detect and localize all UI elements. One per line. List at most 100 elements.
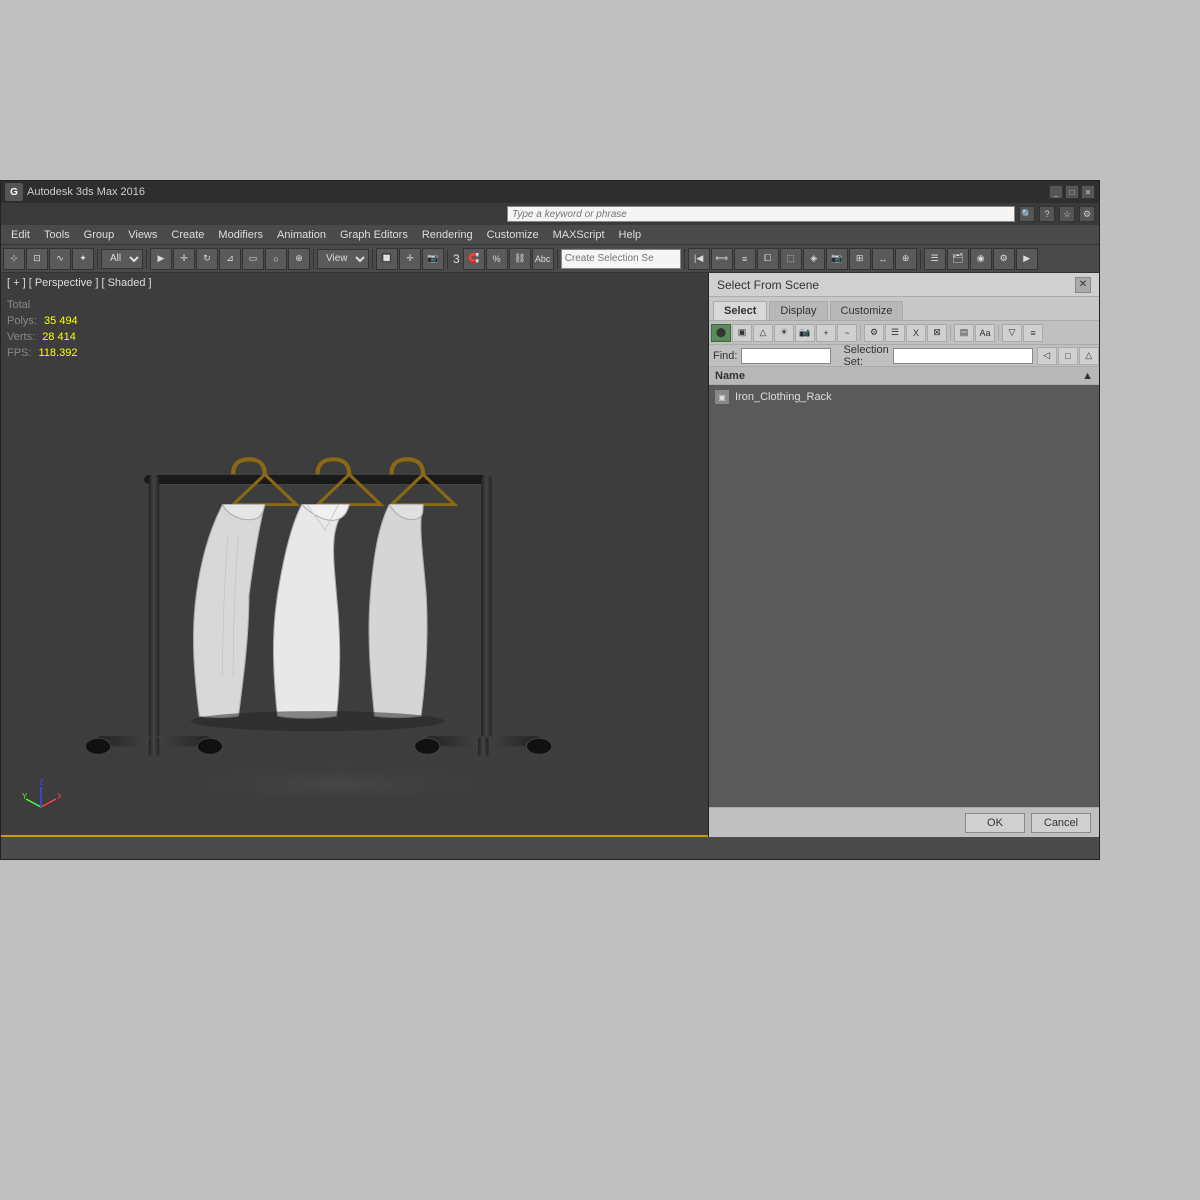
menu-edit[interactable]: Edit <box>5 227 36 243</box>
tab-customize[interactable]: Customize <box>830 301 904 320</box>
menu-modifiers[interactable]: Modifiers <box>212 227 269 243</box>
select-scale-btn[interactable]: ⊿ <box>219 248 241 270</box>
chain-btn[interactable]: ⛓ <box>509 248 531 270</box>
move-btn[interactable]: ✛ <box>399 248 421 270</box>
tb-sep-4 <box>372 249 373 269</box>
sel-set-btn-3[interactable]: △ <box>1079 347 1099 365</box>
render-setup-btn[interactable]: ⚙ <box>993 248 1015 270</box>
quick-align-btn[interactable]: ⧠ <box>757 248 779 270</box>
panel-footer: OK Cancel <box>709 807 1099 837</box>
filter-shape-btn[interactable]: △ <box>753 324 773 342</box>
magnet-btn[interactable]: 🧲 <box>463 248 485 270</box>
menu-animation[interactable]: Animation <box>271 227 332 243</box>
viewport[interactable]: [ + ] [ Perspective ] [ Shaded ] Total P… <box>1 273 709 837</box>
sel-set-btn-2[interactable]: □ <box>1058 347 1078 365</box>
minimize-button[interactable]: _ <box>1049 185 1063 199</box>
spacing-btn[interactable]: ↔ <box>872 248 894 270</box>
maximize-button[interactable]: □ <box>1065 185 1079 199</box>
menu-customize[interactable]: Customize <box>481 227 545 243</box>
ref-coord-btn[interactable]: ⊕ <box>288 248 310 270</box>
place-highlight-btn[interactable]: ◈ <box>803 248 825 270</box>
create-selection-input[interactable] <box>561 249 681 269</box>
title-bar: G Autodesk 3ds Max 2016 _ □ ✕ <box>1 181 1099 203</box>
title-controls: _ □ ✕ <box>1049 185 1095 199</box>
filter-dropdown[interactable]: All <box>101 249 143 269</box>
named-sel-btn[interactable]: |◀ <box>688 248 710 270</box>
select-obj-btn[interactable]: ▶ <box>150 248 172 270</box>
search-input[interactable] <box>507 206 1015 222</box>
layer-mgr-btn[interactable]: ☰ <box>924 248 946 270</box>
name-sort-indicator[interactable]: ▲ <box>1082 370 1093 382</box>
panel-close-button[interactable]: ✕ <box>1075 277 1091 293</box>
menu-views[interactable]: Views <box>122 227 163 243</box>
menu-create[interactable]: Create <box>165 227 210 243</box>
menu-rendering[interactable]: Rendering <box>416 227 479 243</box>
svg-text:Z: Z <box>39 778 44 787</box>
fps-label: FPS: <box>7 347 31 359</box>
menu-tools[interactable]: Tools <box>38 227 76 243</box>
panel-title-text: Select From Scene <box>717 278 819 292</box>
view-dropdown[interactable]: View <box>317 249 369 269</box>
mirror-btn[interactable]: ⟺ <box>711 248 733 270</box>
filter-spacewarp-btn[interactable]: ~ <box>837 324 857 342</box>
menu-help[interactable]: Help <box>613 227 648 243</box>
camera-btn[interactable]: 📷 <box>422 248 444 270</box>
text-btn[interactable]: Abc <box>532 248 554 270</box>
select-tool-btn[interactable]: ⊹ <box>3 248 25 270</box>
search-option-btn-3[interactable]: ⚙ <box>1079 206 1095 222</box>
search-option-btn-2[interactable]: ☆ <box>1059 206 1075 222</box>
filter-bones-btn[interactable]: ⊠ <box>927 324 947 342</box>
svg-text:Y: Y <box>22 792 28 801</box>
align-btn[interactable]: ≡ <box>734 248 756 270</box>
filter-all-btn[interactable]: ⬤ <box>711 324 731 342</box>
filter-light-btn[interactable]: ☀ <box>774 324 794 342</box>
tab-display[interactable]: Display <box>769 301 827 320</box>
verts-label: Verts: <box>7 331 35 343</box>
normal-align-btn[interactable]: ⬚ <box>780 248 802 270</box>
align-view-btn[interactable]: ⊞ <box>849 248 871 270</box>
filter-systems-btn[interactable]: ⚙ <box>864 324 884 342</box>
circle-sel-btn[interactable]: ○ <box>265 248 287 270</box>
filter-helper-btn[interactable]: + <box>816 324 836 342</box>
close-button[interactable]: ✕ <box>1081 185 1095 199</box>
clone-btn[interactable]: ⊕ <box>895 248 917 270</box>
filter-groups-btn[interactable]: ☰ <box>885 324 905 342</box>
select-move-btn[interactable]: ✛ <box>173 248 195 270</box>
snap-btn[interactable]: 🔲 <box>376 248 398 270</box>
object-item-0[interactable]: ▣ Iron_Clothing_Rack <box>709 387 1099 407</box>
options-btn[interactable]: ≡ <box>1023 324 1043 342</box>
percent-btn[interactable]: % <box>486 248 508 270</box>
material-editor-btn[interactable]: ◉ <box>970 248 992 270</box>
ok-button[interactable]: OK <box>965 813 1025 833</box>
display-subtree-btn[interactable]: ▤ <box>954 324 974 342</box>
filter-xref-btn[interactable]: X <box>906 324 926 342</box>
select-region-btn[interactable]: ⊡ <box>26 248 48 270</box>
tab-select[interactable]: Select <box>713 301 767 320</box>
sel-set-btn-1[interactable]: ◁ <box>1037 347 1057 365</box>
align-camera-btn[interactable]: 📷 <box>826 248 848 270</box>
rect-sel-btn[interactable]: ▭ <box>242 248 264 270</box>
viewport-label: [ + ] [ Perspective ] [ Shaded ] <box>7 277 152 289</box>
main-content: [ + ] [ Perspective ] [ Shaded ] Total P… <box>1 273 1099 837</box>
tb-sep-3 <box>313 249 314 269</box>
filter-icon-btn[interactable]: ▽ <box>1002 324 1022 342</box>
paint-sel-btn[interactable]: ✦ <box>72 248 94 270</box>
scene-explorer-btn[interactable]: 🗂 <box>947 248 969 270</box>
filter-geometry-btn[interactable]: ▣ <box>732 324 752 342</box>
selection-set-input[interactable] <box>893 348 1033 364</box>
menu-graph-editors[interactable]: Graph Editors <box>334 227 414 243</box>
tb-sep-7 <box>684 249 685 269</box>
menu-group[interactable]: Group <box>78 227 121 243</box>
menu-bar: Edit Tools Group Views Create Modifiers … <box>1 225 1099 245</box>
search-button[interactable]: 🔍 <box>1019 206 1035 222</box>
select-rotate-btn[interactable]: ↻ <box>196 248 218 270</box>
render-btn[interactable]: ▶ <box>1016 248 1038 270</box>
search-option-btn-1[interactable]: ? <box>1039 206 1055 222</box>
menu-maxscript[interactable]: MAXScript <box>547 227 611 243</box>
case-sensitive-btn[interactable]: Aa <box>975 324 995 342</box>
object-list[interactable]: ▣ Iron_Clothing_Rack <box>709 385 1099 807</box>
find-input[interactable] <box>741 348 831 364</box>
cancel-button[interactable]: Cancel <box>1031 813 1091 833</box>
lasso-btn[interactable]: ∿ <box>49 248 71 270</box>
filter-camera-btn[interactable]: 📷 <box>795 324 815 342</box>
